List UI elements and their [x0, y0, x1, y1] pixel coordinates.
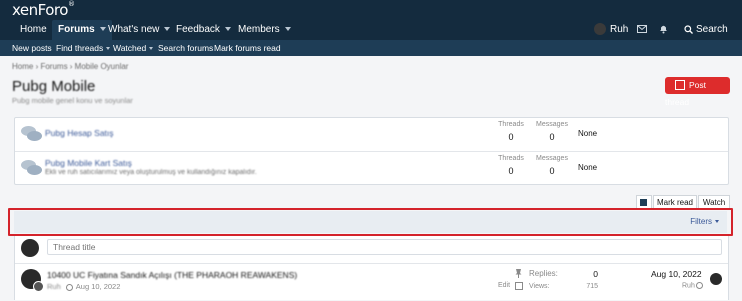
replies-count: 0 — [593, 269, 598, 279]
pin-icon — [515, 269, 522, 280]
threads-count: 0 — [508, 132, 514, 142]
threads-count: 0 — [508, 166, 514, 176]
thread-date: Aug 10, 2022 — [75, 282, 121, 291]
main-navigation: Home Forums What's new Feedback Members — [0, 20, 742, 40]
subforum-list: Pubg Hesap Satış Threads 0 Messages 0 No… — [14, 117, 729, 185]
threads-label: Threads — [498, 121, 524, 128]
chat-bubbles-icon — [21, 126, 43, 142]
thread-row[interactable]: 10400 UC Fiyatına Sandık Açılışı (THE PH… — [15, 263, 728, 301]
edit-link[interactable]: Edit — [498, 282, 510, 289]
bell-icon[interactable] — [659, 20, 668, 40]
breadcrumb[interactable]: Home › Forums › Mobile Oyunlar — [12, 62, 128, 71]
subforum-title[interactable]: Pubg Hesap Satış — [45, 128, 114, 138]
sub-navigation: New posts Find threads Watched Search fo… — [0, 40, 742, 56]
subforum-title[interactable]: Pubg Mobile Kart Satış — [45, 158, 132, 168]
site-logo[interactable]: xenForo® — [12, 0, 75, 19]
search-icon — [684, 25, 693, 34]
chevron-down-icon — [224, 27, 231, 32]
thread-title[interactable]: 10400 UC Fiyatına Sandık Açılışı (THE PH… — [47, 270, 297, 280]
nav-whats-new[interactable]: What's new — [102, 20, 176, 40]
post-thread-button[interactable]: Post thread — [665, 77, 730, 107]
views-count: 715 — [586, 283, 598, 290]
page-description: Pubg mobile genel konu ve soyunlar — [12, 96, 133, 105]
last-post-user: Ruh — [682, 282, 703, 289]
avatar — [710, 273, 722, 285]
avatar — [594, 23, 606, 36]
nav-home[interactable]: Home — [14, 20, 53, 40]
messages-label: Messages — [536, 155, 568, 162]
nav-feedback[interactable]: Feedback — [170, 20, 237, 40]
threads-label: Threads — [498, 155, 524, 162]
nav-members[interactable]: Members — [232, 20, 297, 40]
highlight-box — [8, 208, 733, 236]
messages-count: 0 — [549, 132, 555, 142]
chevron-down-icon — [106, 47, 111, 51]
replies-label: Replies: — [529, 269, 558, 278]
thread-list: 10400 UC Fiyatına Sandık Açılışı (THE PH… — [14, 236, 729, 300]
chat-bubbles-icon — [21, 160, 43, 176]
subforum-item[interactable]: Pubg Mobile Kart Satış Ekli ve ruh satıc… — [15, 151, 728, 185]
last-post: None — [578, 163, 598, 172]
user-mini-avatar — [33, 281, 44, 292]
chevron-down-icon — [284, 27, 291, 32]
top-bar: xenForo® — [0, 0, 742, 20]
subnav-search-forums[interactable]: Search forums — [158, 40, 213, 56]
thread-select-checkbox[interactable] — [515, 282, 523, 290]
thread-title-input[interactable] — [47, 239, 722, 255]
inbox-icon[interactable] — [637, 20, 647, 40]
last-post-date[interactable]: Aug 10, 2022 — [651, 269, 702, 279]
chevron-down-icon — [149, 47, 154, 51]
subforum-item[interactable]: Pubg Hesap Satış Threads 0 Messages 0 No… — [15, 118, 728, 151]
views-label: Views: — [529, 283, 550, 290]
subforum-description: Ekli ve ruh satıcılarımız veya oluşturul… — [45, 169, 257, 176]
search-button[interactable]: Search — [684, 20, 728, 40]
page-title: Pubg Mobile — [12, 78, 96, 95]
subnav-new-posts[interactable]: New posts — [12, 40, 52, 56]
messages-count: 0 — [549, 166, 555, 176]
clock-icon — [65, 283, 73, 291]
subnav-find-threads[interactable]: Find threads — [56, 40, 111, 56]
avatar — [21, 239, 39, 257]
user-menu[interactable]: Ruh — [594, 20, 628, 40]
avatar — [21, 269, 44, 292]
subnav-mark-forums-read[interactable]: Mark forums read — [214, 40, 281, 56]
thread-meta: Ruh Aug 10, 2022 — [47, 282, 120, 291]
messages-label: Messages — [536, 121, 568, 128]
clock-icon — [695, 282, 703, 289]
last-post: None — [578, 129, 598, 138]
thread-author[interactable]: Ruh — [47, 282, 61, 291]
subnav-watched[interactable]: Watched — [113, 40, 154, 56]
checkbox-icon — [640, 199, 647, 206]
edit-icon — [675, 79, 685, 90]
